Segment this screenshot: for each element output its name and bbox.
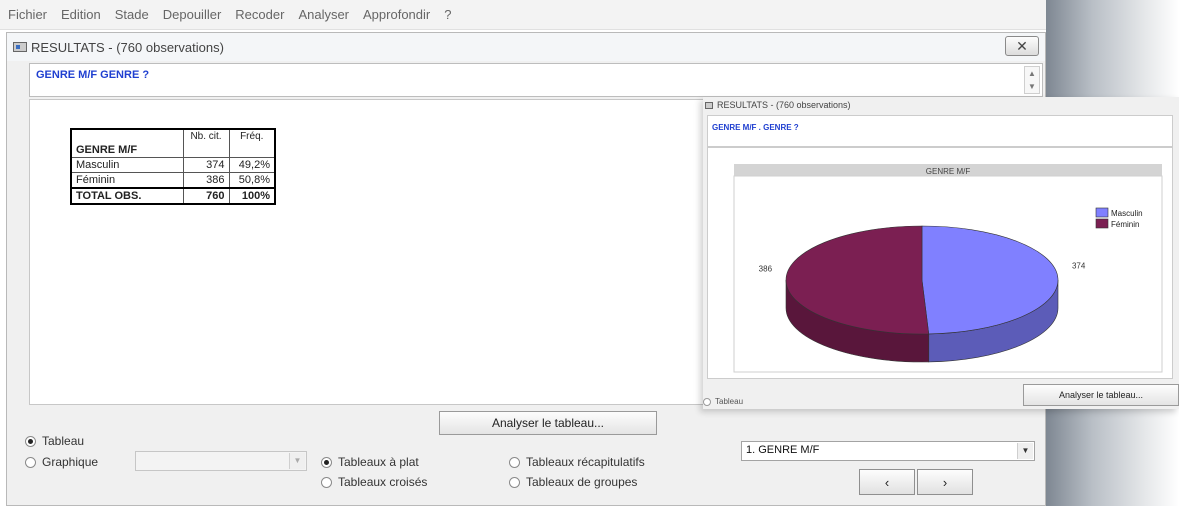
previous-button[interactable]: ‹ <box>859 469 915 495</box>
radio-tableaux-a-plat[interactable]: Tableaux à plat <box>321 455 419 469</box>
radio-tableaux-recapitulatifs[interactable]: Tableaux récapitulatifs <box>509 455 645 469</box>
table-col-count-header: Nb. cit. <box>182 128 230 158</box>
chart-variables-header[interactable]: GENRE M/F . GENRE ? <box>707 115 1173 147</box>
menu-recoder[interactable]: Recoder <box>235 7 284 22</box>
menu-edition[interactable]: Edition <box>61 7 101 22</box>
row-label: Féminin <box>70 172 184 189</box>
results-area: GENRE M/F Nb. cit. Fréq. Masculin 374 49… <box>29 99 709 405</box>
total-label: TOTAL OBS. <box>70 187 184 205</box>
row-count: 386 <box>182 172 230 189</box>
radio-dot-icon[interactable] <box>509 456 520 468</box>
menu-help[interactable]: ? <box>444 7 451 22</box>
row-count: 374 <box>182 157 230 173</box>
radio-tableaux-croises[interactable]: Tableaux croisés <box>321 475 427 489</box>
chart-window-title: RESULTATS - (760 observations) <box>717 100 851 110</box>
variables-header-label: GENRE M/F GENRE ? <box>36 69 150 81</box>
window-title: RESULTATS - (760 observations) <box>31 39 224 55</box>
radio-dot-checked-icon[interactable] <box>321 456 332 468</box>
app-icon <box>705 101 713 109</box>
table-variable-header: GENRE M/F <box>70 128 184 158</box>
legend-label-1: Masculin <box>1111 209 1143 218</box>
legend-swatch-2 <box>1095 218 1109 229</box>
radio-dot-icon[interactable] <box>321 476 332 488</box>
analyse-table-button[interactable]: Analyser le tableau... <box>439 411 657 435</box>
close-button[interactable]: ✕ <box>1005 36 1039 56</box>
next-button[interactable]: › <box>917 469 973 495</box>
graph-type-combo[interactable]: ▼ <box>135 451 307 471</box>
frequency-table: GENRE M/F Nb. cit. Fréq. Masculin 374 49… <box>70 128 276 205</box>
table-row: Masculin 374 49,2% <box>70 157 276 173</box>
radio-tableau-label: Tableau <box>42 434 85 448</box>
radio-tableaux-croises-label: Tableaux croisés <box>338 475 428 489</box>
radio-dot-icon[interactable] <box>25 456 36 468</box>
chart-panel: GENRE M/F 374 386 Masculin Féminin <box>707 147 1173 379</box>
radio-dot-icon[interactable] <box>703 397 711 406</box>
chevron-up-icon[interactable]: ▲ <box>1028 69 1036 78</box>
header-scroll-spinner[interactable]: ▲ ▼ <box>1024 66 1040 94</box>
pie-value-label-1: 374 <box>1072 261 1086 270</box>
app-icon <box>13 42 27 52</box>
menu-bar: Fichier Edition Stade Depouiller Recoder… <box>0 0 1046 30</box>
menu-analyser[interactable]: Analyser <box>298 7 349 22</box>
pie-value-label-2: 386 <box>759 265 773 274</box>
menu-fichier[interactable]: Fichier <box>8 7 47 22</box>
radio-tableau[interactable]: Tableau <box>25 434 84 448</box>
radio-tableaux-de-groupes[interactable]: Tableaux de groupes <box>509 475 637 489</box>
chart-radio-tableau-label: Tableau <box>715 397 744 406</box>
results-window-titlebar[interactable]: RESULTATS - (760 observations) ✕ <box>7 33 1045 61</box>
row-label: Masculin <box>70 157 184 173</box>
chart-window-titlebar[interactable]: RESULTATS - (760 observations) <box>703 97 1179 113</box>
radio-graphique[interactable]: Graphique <box>25 455 98 469</box>
chevron-down-icon[interactable]: ▼ <box>1028 82 1036 91</box>
legend-swatch-1 <box>1095 207 1109 218</box>
variable-select-value: 1. GENRE M/F <box>746 444 820 456</box>
total-freq: 100% <box>228 187 276 205</box>
radio-tableaux-recapitulatifs-label: Tableaux récapitulatifs <box>526 455 645 469</box>
radio-tableaux-a-plat-label: Tableaux à plat <box>338 455 419 469</box>
chart-analyse-table-button[interactable]: Analyser le tableau... <box>1023 384 1179 406</box>
radio-tableaux-de-groupes-label: Tableaux de groupes <box>526 475 638 489</box>
menu-depouiller[interactable]: Depouiller <box>163 7 222 22</box>
combo-arrow-icon[interactable]: ▼ <box>1017 443 1033 459</box>
pie-chart: GENRE M/F 374 386 Masculin Féminin <box>733 164 1163 373</box>
row-freq: 49,2% <box>228 157 276 173</box>
chart-radio-tableau[interactable]: Tableau <box>703 397 743 406</box>
table-row: Féminin 386 50,8% <box>70 172 276 189</box>
table-total-row: TOTAL OBS. 760 100% <box>70 187 276 205</box>
combo-arrow-icon[interactable]: ▼ <box>289 453 305 469</box>
variables-header-field[interactable]: GENRE M/F GENRE ? ▲ ▼ <box>29 63 1043 97</box>
total-count: 760 <box>182 187 230 205</box>
variable-select[interactable]: 1. GENRE M/F ▼ <box>741 441 1035 461</box>
radio-dot-checked-icon[interactable] <box>25 435 36 447</box>
chart-title: GENRE M/F <box>926 167 971 176</box>
legend-label-2: Féminin <box>1111 220 1139 229</box>
table-col-freq-header: Fréq. <box>228 128 276 158</box>
radio-dot-icon[interactable] <box>509 476 520 488</box>
row-freq: 50,8% <box>228 172 276 189</box>
menu-stade[interactable]: Stade <box>115 7 149 22</box>
chart-results-window: RESULTATS - (760 observations) GENRE M/F… <box>703 97 1179 409</box>
chart-variables-header-label: GENRE M/F . GENRE ? <box>712 123 799 132</box>
radio-graphique-label: Graphique <box>42 455 99 469</box>
menu-approfondir[interactable]: Approfondir <box>363 7 430 22</box>
